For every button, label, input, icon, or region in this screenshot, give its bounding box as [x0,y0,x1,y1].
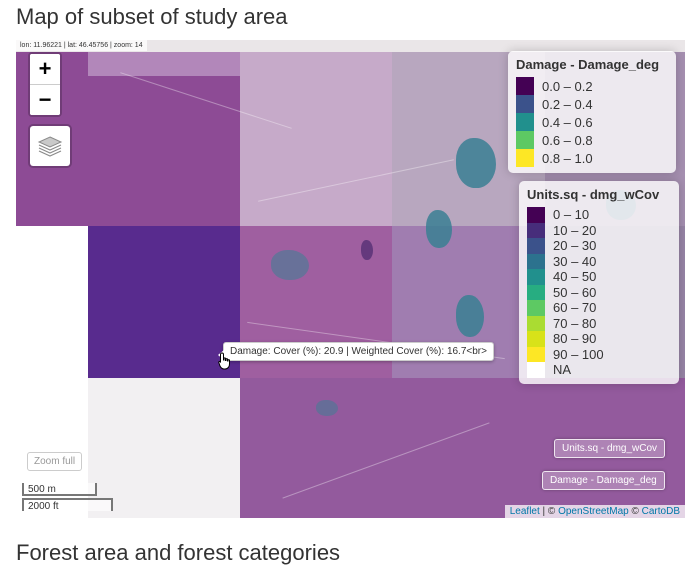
legend-swatch [516,113,534,131]
legend-title: Damage - Damage_deg [516,57,660,72]
map-tile [16,226,88,518]
legend-row: 0 – 10 [527,207,671,223]
scale-bar-metric: 500 m [22,483,97,496]
legend-label: 10 – 20 [553,222,597,238]
zoom-full-button[interactable]: Zoom full [27,452,83,471]
openstreetmap-link[interactable]: OpenStreetMap [558,506,629,517]
legend-row: 0.6 – 0.8 [516,131,668,149]
legend-swatch [527,207,545,223]
legend-row: 80 – 90 [527,331,671,347]
coordinates-readout: lon: 11.96221 | lat: 46.45756 | zoom: 14 [16,40,147,51]
legend-swatch [527,222,545,238]
legend-row: 20 – 30 [527,238,671,254]
legend-swatch [527,269,545,285]
map-attribution: Leaflet | © OpenStreetMap © CartoDB [504,505,685,518]
legend-row: 10 – 20 [527,222,671,238]
legend-label: 80 – 90 [553,331,597,347]
legend-label: NA [553,362,572,378]
legend-swatch [527,284,545,300]
cartodb-link[interactable]: CartoDB [642,506,680,517]
legend-swatch [527,238,545,254]
lake-shape [271,250,309,280]
legend-swatch [516,149,534,167]
legend-title: Units.sq - dmg_wCov [527,187,660,202]
legend-row: 70 – 80 [527,315,671,331]
legend-label: 0 – 10 [553,207,590,223]
zoom-in-button[interactable]: + [30,54,60,85]
lake-shape [456,295,484,337]
legend-label: 60 – 70 [553,300,597,316]
attribution-separator: © [628,506,642,517]
legend-label: 0.6 – 0.8 [542,132,593,148]
legend-swatch [527,253,545,269]
legend-row: 0.0 – 0.2 [516,77,668,95]
units-layer-button[interactable]: Units.sq - dmg_wCov [554,439,666,458]
legend-row: 90 – 100 [527,346,671,362]
legend-row: 50 – 60 [527,284,671,300]
legend-label: 0.2 – 0.4 [542,96,593,112]
legend-label: 0.8 – 1.0 [542,150,593,166]
legend-swatch [527,315,545,331]
legend-label: 0.0 – 0.2 [542,78,593,94]
legend-label: 30 – 40 [553,253,597,269]
page-title: Map of subset of study area [16,4,288,29]
legend-swatch [516,77,534,95]
legend-swatch [527,331,545,347]
legend-label: 0.4 – 0.6 [542,114,593,130]
zoom-control: + − [28,52,62,117]
legend-units: Units.sq - dmg_wCov 0 – 10 10 – 20 20 – 30… [519,181,679,384]
map-tooltip: Damage: Cover (%): 20.9 | Weighted Cover… [218,342,494,361]
legend-label: 40 – 50 [553,269,597,285]
map-tile [88,378,240,518]
legend-label: 90 – 100 [553,346,604,362]
hand-cursor-icon [218,352,230,370]
legend-row: 0.8 – 1.0 [516,149,668,167]
map-tile [88,52,240,76]
legend-swatch [516,131,534,149]
legend-damage: Damage - Damage_deg 0.0 – 0.2 0.2 – 0.4 0.… [508,51,676,173]
legend-row: 30 – 40 [527,253,671,269]
lake-shape [456,138,496,188]
leaflet-map[interactable]: lon: 11.96221 | lat: 46.45756 | zoom: 14… [16,40,685,518]
layers-icon [37,136,63,157]
layers-control-button[interactable] [28,124,72,168]
attribution-separator: | © [539,506,559,517]
scale-bar-imperial: 2000 ft [22,498,113,512]
legend-swatch [516,95,534,113]
legend-row: 40 – 50 [527,269,671,285]
legend-swatch [527,300,545,316]
lake-shape [316,400,338,416]
section-heading: Forest area and forest categories [16,540,341,565]
lake-shape [426,210,452,248]
legend-row: NA [527,362,671,378]
legend-row: 60 – 70 [527,300,671,316]
legend-label: 70 – 80 [553,315,597,331]
legend-label: 50 – 60 [553,284,597,300]
legend-swatch [527,346,545,362]
damage-layer-button[interactable]: Damage - Damage_deg [542,471,665,490]
legend-row: 0.4 – 0.6 [516,113,668,131]
legend-label: 20 – 30 [553,238,597,254]
leaflet-link[interactable]: Leaflet [510,506,540,517]
legend-row: 0.2 – 0.4 [516,95,668,113]
lake-shape [361,240,373,260]
zoom-out-button[interactable]: − [30,85,60,115]
legend-swatch [527,362,545,378]
